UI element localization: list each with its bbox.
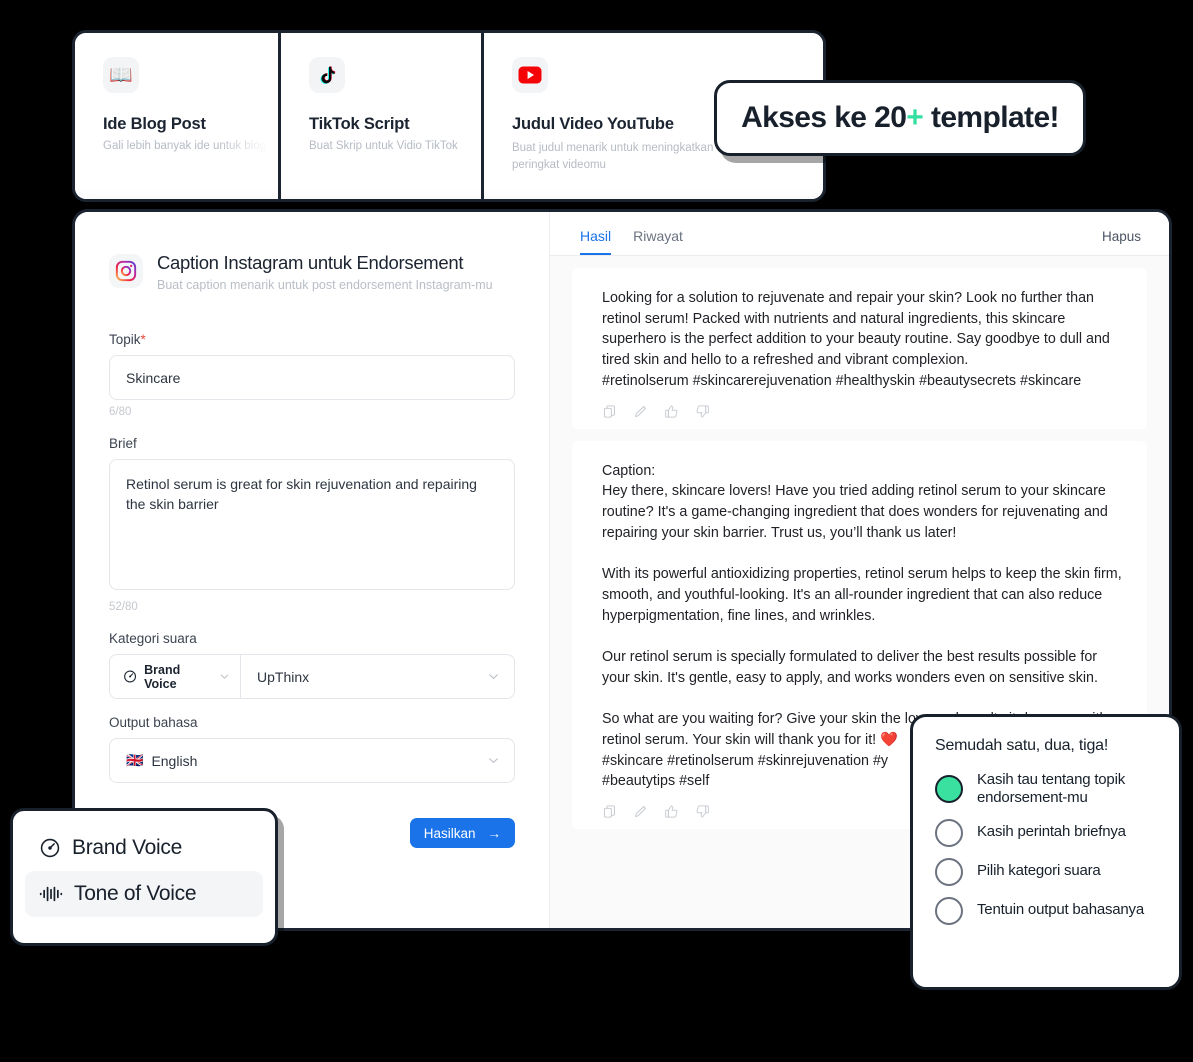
thumbs-up-icon[interactable] (664, 404, 679, 419)
step-item: Tentuin output bahasanya (935, 896, 1159, 925)
tab-hasil[interactable]: Hasil (580, 228, 612, 255)
brand-voice-icon (40, 838, 60, 858)
voice-category-label: Kategori suara (109, 631, 197, 646)
step-item: Kasih perintah briefnya (935, 818, 1159, 847)
akses-badge-plus: + (906, 101, 924, 134)
generate-button[interactable]: Hasilkan → (409, 818, 515, 848)
akses-template-badge: Akses ke 20+ template! (714, 80, 1086, 156)
uk-flag-icon: 🇬🇧 (126, 752, 144, 768)
open-book-glyph: 📖 (109, 64, 133, 86)
copy-icon[interactable] (602, 404, 617, 419)
chevron-down-icon (489, 674, 498, 679)
step-indicator (935, 896, 963, 925)
thumbs-up-icon[interactable] (664, 804, 679, 819)
chevron-down-icon (220, 674, 229, 679)
step-label: Tentuin output bahasanya (977, 901, 1145, 919)
thumbs-down-icon[interactable] (695, 804, 710, 819)
tone-of-voice-icon (39, 886, 63, 902)
edit-icon[interactable] (633, 404, 648, 419)
akses-badge-text: Akses ke 20+ template! (741, 101, 1059, 135)
voice-value-dropdown[interactable]: UpThinx (241, 655, 514, 698)
screenshot-root: 📖 Ide Blog Post Gali lebih banyak ide un… (0, 0, 1193, 1062)
page-subtitle: Buat caption menarik untuk post endorsem… (157, 278, 493, 292)
page-title: Caption Instagram untuk Endorsement (157, 252, 464, 273)
output-language-value: English (151, 752, 198, 769)
menu-item-tone-of-voice[interactable]: Tone of Voice (25, 871, 263, 917)
akses-badge-suffix: template! (923, 101, 1060, 134)
results-tabbar: Hasil Riwayat Hapus (550, 212, 1169, 256)
result-actions (602, 404, 1123, 419)
copy-icon[interactable] (602, 804, 617, 819)
brand-voice-icon (124, 670, 137, 683)
menu-item-label: Tone of Voice (74, 882, 197, 905)
template-card-title: Ide Blog Post (103, 115, 206, 133)
voice-category-field: Brand Voice UpThinx (109, 654, 515, 699)
topic-char-counter: 6/80 (109, 406, 132, 418)
generate-row: Hasilkan → (409, 818, 515, 848)
youtube-icon (511, 57, 548, 93)
results-tabs: Hasil Riwayat (580, 212, 683, 255)
generate-button-label: Hasilkan (423, 825, 476, 841)
template-card-subtitle: Gali lebih banyak ide untuk blog p (103, 140, 276, 152)
voice-selector-menu: Brand Voice Tone of Voice (10, 808, 278, 946)
edit-icon[interactable] (633, 804, 648, 819)
topic-label-text: Topik (109, 332, 141, 347)
step-item: Pilih kategori suara (935, 857, 1159, 886)
topic-input[interactable]: Skincare (109, 355, 515, 400)
voice-type-value: Brand Voice (144, 662, 181, 691)
step-indicator (935, 857, 963, 886)
step-label: Pilih kategori suara (977, 862, 1101, 880)
result-card: Looking for a solution to rejuvenate and… (572, 268, 1147, 429)
output-language-label: Output bahasa (109, 715, 198, 730)
brief-label: Brief (109, 436, 137, 451)
menu-item-label: Brand Voice (72, 836, 182, 859)
step-indicator-completed (935, 775, 963, 804)
steps-card-title: Semudah satu, dua, tiga! (935, 737, 1109, 754)
step-label: Kasih tau tentang topik endorsement-mu (977, 771, 1126, 807)
required-asterisk: * (140, 332, 146, 347)
instagram-icon (109, 254, 143, 288)
onboarding-steps-card: Semudah satu, dua, tiga! Kasih tau tenta… (910, 714, 1182, 990)
akses-badge-prefix: Akses ke 20 (741, 101, 907, 134)
output-language-dropdown[interactable]: 🇬🇧 English (109, 738, 515, 783)
step-indicator (935, 818, 963, 847)
voice-type-dropdown[interactable]: Brand Voice (110, 655, 241, 698)
template-card-blog-post[interactable]: 📖 Ide Blog Post Gali lebih banyak ide un… (75, 33, 281, 199)
result-text: Looking for a solution to rejuvenate and… (602, 290, 1110, 389)
brief-textarea[interactable] (109, 459, 515, 590)
arrow-right-icon: → (487, 825, 502, 841)
template-card-subtitle: Buat Skrip untuk Vidio TikTok (309, 140, 458, 152)
topic-label: Topik* (109, 332, 515, 347)
template-card-tiktok-script[interactable]: TikTok Script Buat Skrip untuk Vidio Tik… (281, 33, 484, 199)
step-item: Kasih tau tentang topik endorsement-mu (935, 771, 1159, 808)
tab-riwayat[interactable]: Riwayat (633, 228, 683, 255)
brief-char-counter: 52/80 (109, 601, 138, 613)
template-card-title: TikTok Script (309, 115, 410, 133)
tiktok-icon (309, 57, 345, 93)
thumbs-down-icon[interactable] (695, 404, 710, 419)
step-label: Kasih perintah briefnya (977, 823, 1126, 841)
form-header: Caption Instagram untuk Endorsement Buat… (109, 252, 515, 292)
voice-value: UpThinx (257, 668, 310, 685)
chevron-down-icon (489, 758, 498, 763)
menu-item-brand-voice[interactable]: Brand Voice (25, 825, 263, 871)
template-cards-strip: 📖 Ide Blog Post Gali lebih banyak ide un… (72, 30, 826, 202)
clear-results-button[interactable]: Hapus (1102, 229, 1141, 255)
form-header-text: Caption Instagram untuk Endorsement Buat… (157, 252, 493, 292)
open-book-icon: 📖 (103, 57, 139, 93)
output-language-value-group: 🇬🇧 English (126, 752, 197, 769)
